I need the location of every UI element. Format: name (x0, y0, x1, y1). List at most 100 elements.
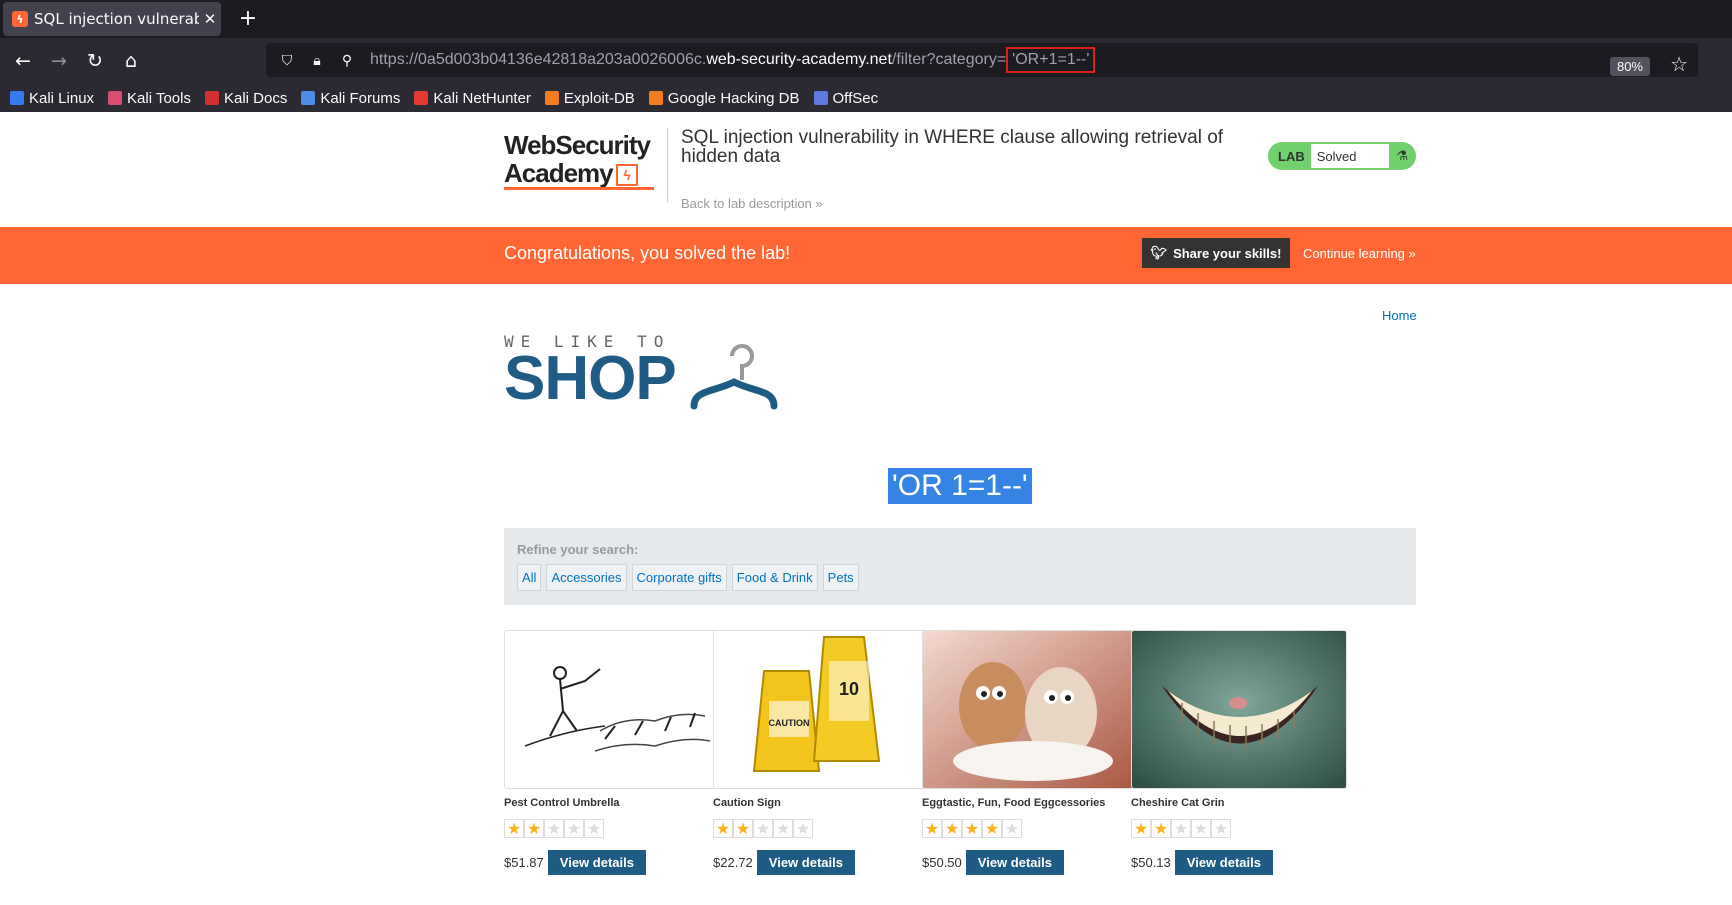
star-icon: ★ (773, 819, 793, 838)
star-icon: ★ (564, 819, 584, 838)
logo-line-2: Academy (504, 158, 614, 188)
continue-learning-link[interactable]: Continue learning » (1303, 246, 1416, 261)
filter-accessories[interactable]: Accessories (546, 564, 627, 591)
bookmarks-toolbar: Kali Linux Kali Tools Kali Docs Kali For… (0, 84, 1732, 112)
bookmark-kali-nethunter[interactable]: Kali NetHunter (414, 90, 531, 107)
bookmark-star-icon[interactable]: ☆ (1670, 52, 1688, 77)
star-icon: ★ (1131, 819, 1151, 838)
bookmark-label: Kali Tools (127, 89, 191, 107)
star-icon: ★ (544, 819, 564, 838)
svg-text:CAUTION: CAUTION (769, 718, 810, 728)
permissions-icon[interactable]: ⚲ (332, 52, 362, 69)
product-image-cat-grin[interactable] (1131, 630, 1347, 789)
product-grid: Pest Control Umbrella ★ ★ ★ ★ ★ $51.87 View … (504, 630, 1416, 905)
bookmark-label: Google Hacking DB (667, 89, 800, 107)
tab-title: SQL injection vulnerability (34, 10, 199, 28)
product-price: $50.13 (1131, 855, 1171, 870)
category-filters: All Accessories Corporate gifts Food & D… (517, 564, 864, 591)
lock-icon[interactable]: 🔒︎ (302, 52, 332, 69)
product-image-eggs[interactable] (922, 630, 1138, 789)
filter-all[interactable]: All (517, 564, 542, 591)
share-label: Share your skills! (1173, 245, 1282, 261)
offsec-icon (813, 91, 828, 105)
product-image-umbrella[interactable] (504, 630, 720, 789)
new-tab-button[interactable]: + (234, 5, 262, 33)
bookmark-label: OffSec (832, 89, 879, 107)
home-link[interactable]: Home (1382, 308, 1417, 323)
bookmark-kali-tools[interactable]: Kali Tools (108, 90, 191, 107)
product-price: $51.87 (504, 855, 544, 870)
forward-arrow-icon[interactable]: → (44, 46, 74, 76)
bookmark-label: Kali Linux (29, 89, 95, 107)
filter-food-drink[interactable]: Food & Drink (731, 564, 818, 591)
lab-badge-label: LAB (1278, 148, 1305, 164)
view-details-button[interactable]: View details (1174, 850, 1273, 875)
share-skills-button[interactable]: 🐦︎ Share your skills! (1142, 238, 1290, 268)
filter-corporate-gifts[interactable]: Corporate gifts (631, 564, 727, 591)
lab-title: SQL injection vulnerability in WHERE cla… (681, 127, 1224, 167)
back-to-lab-description-link[interactable]: Back to lab description » (681, 196, 823, 211)
bookmark-label: Kali Forums (320, 89, 401, 107)
back-arrow-icon[interactable]: ← (8, 46, 38, 76)
star-icon: ★ (1191, 819, 1211, 838)
rating-stars: ★ ★ ★ ★ ★ (1131, 819, 1346, 838)
product-name: Eggtastic, Fun, Food Eggcessories (922, 797, 1106, 809)
star-icon: ★ (753, 819, 773, 838)
web-security-academy-logo[interactable]: WebSecurity Academy ϟ (504, 131, 664, 193)
logo-line-1: WebSecurity (504, 130, 651, 160)
view-details-button[interactable]: View details (756, 850, 855, 875)
bookmark-offsec[interactable]: OffSec (813, 89, 879, 107)
shield-icon[interactable]: ⛉ (272, 52, 302, 69)
kali-nethunter-icon (414, 91, 429, 105)
filter-pets[interactable]: Pets (822, 564, 859, 591)
rating-stars: ★ ★ ★ ★ ★ (504, 819, 719, 838)
logo-underline (504, 187, 654, 190)
view-details-button[interactable]: View details (965, 850, 1064, 875)
twitter-icon: 🐦︎ (1150, 245, 1168, 260)
bookmark-label: Kali Docs (223, 89, 288, 107)
tab-close-icon[interactable]: ✕ (199, 10, 221, 28)
home-icon[interactable]: ⌂ (116, 46, 146, 76)
lab-header: WebSecurity Academy ϟ SQL injection vulne… (504, 126, 1416, 211)
header-divider (667, 128, 668, 202)
flask-icon: ⚗ (1396, 148, 1409, 163)
star-icon: ★ (942, 819, 962, 838)
url-payload-highlight: 'OR+1=1--' (1006, 47, 1096, 73)
svg-text:10: 10 (839, 679, 859, 699)
bookmark-kali-linux[interactable]: Kali Linux (10, 90, 94, 107)
bookmark-label: Exploit-DB (563, 89, 635, 107)
product-price: $22.72 (713, 855, 753, 870)
browser-tab-bar: ϟ SQL injection vulnerability ✕ + (0, 0, 1732, 38)
hanger-icon (690, 344, 778, 410)
bookmark-kali-forums[interactable]: Kali Forums (301, 90, 400, 107)
bookmark-kali-docs[interactable]: Kali Docs (204, 89, 288, 107)
kali-tools-icon (108, 91, 123, 105)
url-text[interactable]: https://0a5d003b04136e42818a203a0026006c… (370, 47, 1096, 73)
exploit-db-icon (544, 91, 559, 105)
zoom-level[interactable]: 80% (1609, 57, 1650, 76)
star-icon: ★ (504, 819, 524, 838)
star-icon: ★ (962, 819, 982, 838)
browser-tab[interactable]: ϟ SQL injection vulnerability ✕ (3, 2, 221, 36)
kali-docs-icon (204, 91, 219, 105)
star-icon: ★ (1002, 819, 1022, 838)
bookmark-label: Kali NetHunter (433, 89, 531, 107)
bookmark-google-hacking-db[interactable]: Google Hacking DB (648, 89, 800, 107)
star-icon: ★ (1171, 819, 1191, 838)
shop-logo: WE LIKE TO SHOP (504, 332, 804, 412)
browser-nav-bar: ← → ↻ ⌂ ⛉ 🔒︎ ⚲ https://0a5d003b04136e428… (0, 38, 1732, 84)
refine-label: Refine your search: (517, 542, 639, 557)
product-name: Cheshire Cat Grin (1131, 797, 1225, 809)
product-card: Eggtastic, Fun, Food Eggcessories ★ ★ ★ ★ ★ … (922, 630, 1138, 875)
address-bar[interactable]: ⛉ 🔒︎ ⚲ https://0a5d003b04136e42818a203a0… (266, 43, 1698, 77)
product-card: Pest Control Umbrella ★ ★ ★ ★ ★ $51.87 View … (504, 630, 720, 875)
solved-banner: Congratulations, you solved the lab! 🐦︎ S… (0, 227, 1732, 284)
star-icon: ★ (524, 819, 544, 838)
google-hacking-db-icon (648, 91, 663, 105)
product-image-caution-sign[interactable]: CAUTION 10 (713, 630, 929, 789)
bookmark-exploit-db[interactable]: Exploit-DB (544, 89, 635, 107)
rating-stars: ★ ★ ★ ★ ★ (713, 819, 928, 838)
view-details-button[interactable]: View details (547, 850, 646, 875)
reload-icon[interactable]: ↻ (80, 46, 110, 76)
kali-linux-icon (10, 91, 24, 105)
